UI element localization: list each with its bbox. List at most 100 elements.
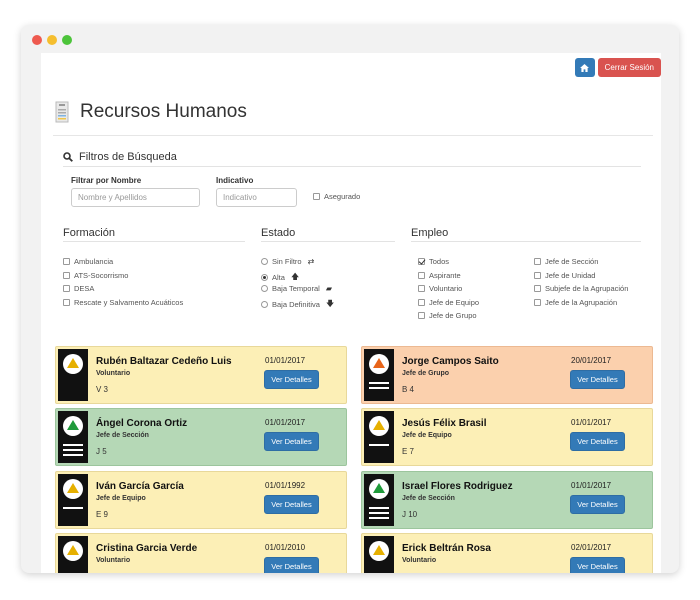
arrow-down-icon: 🡇	[325, 298, 335, 308]
person-card: Rubén Baltazar Cedeño Luis Voluntario V 3 0…	[55, 346, 347, 404]
asegurado-checkbox[interactable]	[313, 193, 320, 200]
logout-button[interactable]: Cerrar Sesión	[597, 58, 661, 77]
estado-radio[interactable]	[261, 301, 268, 308]
empleo-option-subjefe-de-la-agrupacion[interactable]: Subjefe de la Agrupación	[534, 284, 628, 293]
rank-badge-icon	[58, 349, 88, 401]
person-card: Cristina Garcia Verde Voluntario V 13 01/01…	[55, 533, 347, 573]
person-name: Cristina Garcia Verde	[96, 543, 198, 554]
person-role: Jefe de Sección	[402, 495, 455, 502]
empleo-checkbox[interactable]	[534, 298, 541, 306]
indicativo-input[interactable]	[216, 188, 297, 207]
formacion-option-label: Ambulancia	[74, 257, 114, 266]
estado-option-label: Baja Temporal	[272, 284, 320, 293]
close-window-dot[interactable]	[32, 35, 42, 45]
rank-emblem	[369, 479, 389, 499]
estado-option-sin-filtro[interactable]: Sin Filtro ⇄	[261, 257, 314, 266]
empleo-option-jefe-de-unidad[interactable]: Jefe de Unidad	[534, 271, 595, 280]
details-button[interactable]: Ver Detalles	[264, 557, 319, 573]
empleo-checkbox[interactable]	[418, 258, 425, 265]
empleo-option-jefe-de-la-agrupacion[interactable]: Jefe de la Agrupación	[534, 298, 617, 307]
person-role: Voluntario	[96, 557, 131, 564]
rank-triangle-icon	[67, 420, 79, 430]
empleo-checkbox[interactable]	[534, 258, 541, 265]
staff-id-icon	[53, 101, 71, 123]
rank-badge-icon	[364, 536, 394, 573]
formacion-checkbox[interactable]	[63, 271, 70, 279]
formacion-title: Formación	[63, 227, 115, 239]
page-title: Recursos Humanos	[80, 101, 247, 122]
person-date: 20/01/2017	[571, 356, 612, 365]
maximize-window-dot[interactable]	[62, 35, 72, 45]
swap-arrows-icon: ⇄	[307, 257, 315, 266]
empleo-checkbox[interactable]	[534, 285, 541, 292]
empleo-option-jefe-de-equipo[interactable]: Jefe de Equipo	[418, 298, 479, 307]
empleo-title: Empleo	[411, 227, 449, 239]
formacion-checkbox[interactable]	[63, 285, 70, 292]
empleo-option-aspirante[interactable]: Aspirante	[418, 271, 461, 280]
formacion-option-ats-socorrismo[interactable]: ATS-Socorrismo	[63, 271, 128, 280]
empleo-option-label: Aspirante	[429, 270, 461, 280]
estado-option-baja-temporal[interactable]: Baja Temporal ▰	[261, 284, 332, 293]
estado-radio[interactable]	[261, 274, 268, 281]
formacion-option-label: Rescate y Salvamento Acuáticos	[74, 297, 184, 307]
empleo-option-todos[interactable]: Todos	[418, 257, 449, 266]
empleo-option-voluntario[interactable]: Voluntario	[418, 284, 462, 293]
person-card: Iván García García Jefe de Equipo E 9 01/01…	[55, 471, 347, 529]
person-date: 01/01/1992	[265, 481, 306, 490]
home-button[interactable]	[574, 58, 595, 77]
details-button[interactable]: Ver Detalles	[570, 557, 625, 573]
formacion-option-desa[interactable]: DESA	[63, 284, 94, 293]
estado-option-label: Sin Filtro	[272, 257, 302, 266]
estado-radio[interactable]	[261, 285, 268, 292]
rank-triangle-icon	[67, 545, 79, 555]
top-actions: Cerrar Sesión	[574, 58, 661, 77]
details-button[interactable]: Ver Detalles	[264, 370, 319, 389]
person-role: Voluntario	[402, 557, 437, 564]
details-button[interactable]: Ver Detalles	[570, 432, 625, 451]
person-role: Jefe de Equipo	[96, 495, 146, 502]
window-titlebar	[21, 25, 679, 53]
empleo-option-jefe-de-seccion[interactable]: Jefe de Sección	[534, 257, 598, 266]
details-button[interactable]: Ver Detalles	[570, 495, 625, 514]
empleo-option-label: Jefe de Unidad	[545, 270, 596, 280]
header-divider	[53, 135, 653, 136]
person-card: Israel Flores Rodriguez Jefe de Sección J …	[361, 471, 653, 529]
asegurado-option[interactable]: Asegurado	[313, 192, 360, 201]
person-indicativo: J 10	[402, 510, 418, 519]
rank-emblem	[63, 354, 83, 374]
empleo-checkbox[interactable]	[418, 298, 425, 306]
person-name: Iván García García	[96, 481, 184, 492]
empleo-checkbox[interactable]	[418, 312, 425, 319]
name-filter-input[interactable]	[71, 188, 200, 207]
empleo-checkbox[interactable]	[534, 271, 541, 279]
estado-option-label: Baja Definitiva	[272, 300, 320, 309]
empleo-checkbox[interactable]	[418, 285, 425, 292]
rank-bars	[369, 382, 389, 392]
filters-heading: Filtros de Búsqueda	[63, 151, 177, 163]
estado-radio[interactable]	[261, 258, 268, 265]
person-name: Erick Beltrán Rosa	[402, 543, 491, 554]
estado-option-baja-definitiva[interactable]: Baja Definitiva 🡇	[261, 298, 334, 312]
details-button[interactable]: Ver Detalles	[570, 370, 625, 389]
page-content: Cerrar Sesión Recursos Humanos Filtros d…	[41, 53, 661, 573]
formacion-option-ambulancia[interactable]: Ambulancia	[63, 257, 113, 266]
rank-bars	[63, 507, 83, 512]
empleo-checkbox[interactable]	[418, 271, 425, 279]
details-button[interactable]: Ver Detalles	[264, 432, 319, 451]
rank-emblem	[369, 416, 389, 436]
rank-emblem	[63, 416, 83, 436]
details-button[interactable]: Ver Detalles	[264, 495, 319, 514]
minimize-window-dot[interactable]	[47, 35, 57, 45]
estado-option-alta[interactable]: Alta 🡅	[261, 271, 299, 285]
formacion-checkbox[interactable]	[63, 298, 70, 306]
rank-badge-icon	[58, 474, 88, 526]
page-header: Recursos Humanos	[53, 101, 247, 123]
empleo-option-label: Jefe de Grupo	[429, 311, 477, 320]
person-date: 02/01/2017	[571, 543, 612, 552]
rank-triangle-icon	[373, 358, 385, 368]
rank-bars	[369, 444, 389, 449]
formacion-checkbox[interactable]	[63, 258, 70, 265]
empleo-option-jefe-de-grupo[interactable]: Jefe de Grupo	[418, 311, 477, 320]
person-indicativo: V 18	[402, 572, 418, 573]
formacion-option-rescate-y-salvamento-acuaticos[interactable]: Rescate y Salvamento Acuáticos	[63, 298, 183, 307]
